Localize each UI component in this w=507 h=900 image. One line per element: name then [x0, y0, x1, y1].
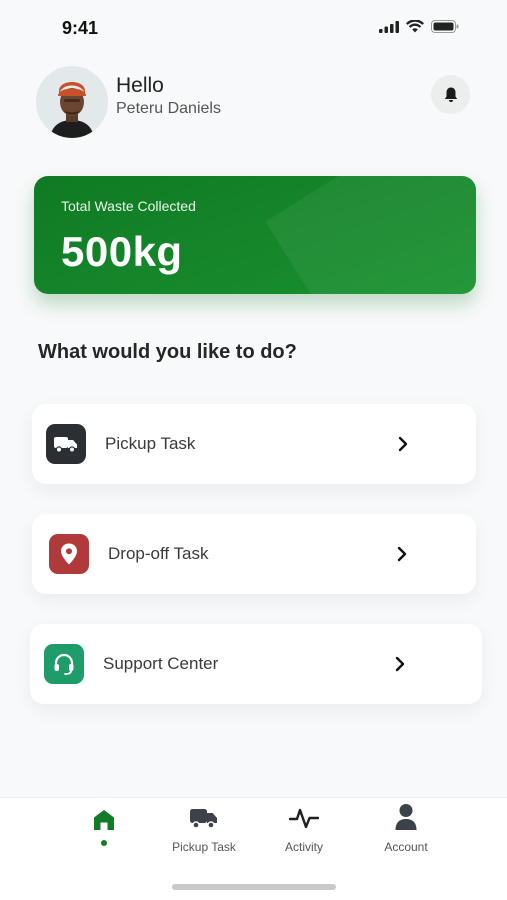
chevron-right-icon	[395, 656, 405, 672]
avatar[interactable]	[36, 66, 108, 138]
home-screen: 9:41 Hello Peteru Daniels Total Waste Co…	[0, 0, 507, 900]
status-time: 9:41	[62, 18, 99, 38]
activity-icon	[289, 808, 319, 829]
tab-account-label: Account	[384, 840, 428, 854]
drop-off-task-row[interactable]: Drop-off Task	[32, 514, 476, 594]
active-tab-indicator	[101, 840, 107, 846]
user-icon	[395, 804, 417, 830]
chevron-right-icon	[398, 436, 408, 452]
tab-activity[interactable]: Activity	[254, 798, 354, 868]
drop-off-task-icon-tile	[49, 534, 89, 574]
truck-icon	[190, 809, 217, 829]
headset-icon	[54, 653, 74, 675]
support-center-icon-tile	[44, 644, 84, 684]
drop-off-task-label: Drop-off Task	[108, 544, 209, 563]
battery-icon	[431, 20, 459, 33]
pickup-task-row[interactable]: Pickup Task	[32, 404, 476, 484]
tab-activity-label: Activity	[284, 840, 323, 854]
notifications-button[interactable]	[431, 75, 470, 114]
total-waste-label: Total Waste Collected	[61, 198, 196, 214]
tab-pickup-task[interactable]: Pickup Task	[154, 798, 254, 868]
location-pin-icon	[61, 543, 77, 565]
tab-account[interactable]: Account	[356, 798, 456, 868]
chevron-right-icon	[397, 546, 407, 562]
status-icons	[379, 20, 459, 33]
tab-pickup-task-label: Pickup Task	[172, 840, 236, 854]
tab-home[interactable]	[54, 798, 154, 868]
home-icon	[94, 810, 114, 830]
support-center-label: Support Center	[103, 654, 219, 673]
support-center-row[interactable]: Support Center	[30, 624, 482, 704]
pickup-task-label: Pickup Task	[105, 434, 196, 453]
user-name: Peteru Daniels	[116, 100, 221, 117]
greeting-title: Hello	[116, 74, 164, 97]
section-title: What would you like to do?	[38, 341, 297, 363]
user-avatar-icon	[36, 66, 108, 138]
total-waste-card: Total Waste Collected 500kg	[34, 176, 476, 294]
home-indicator	[172, 884, 336, 890]
total-waste-value: 500kg	[61, 228, 183, 275]
status-bar: 9:41	[0, 0, 507, 56]
cellular-signal-icon	[379, 20, 399, 33]
wifi-icon	[406, 20, 424, 33]
truck-icon	[54, 437, 77, 453]
pickup-task-icon-tile	[46, 424, 86, 464]
bell-icon	[444, 87, 457, 102]
